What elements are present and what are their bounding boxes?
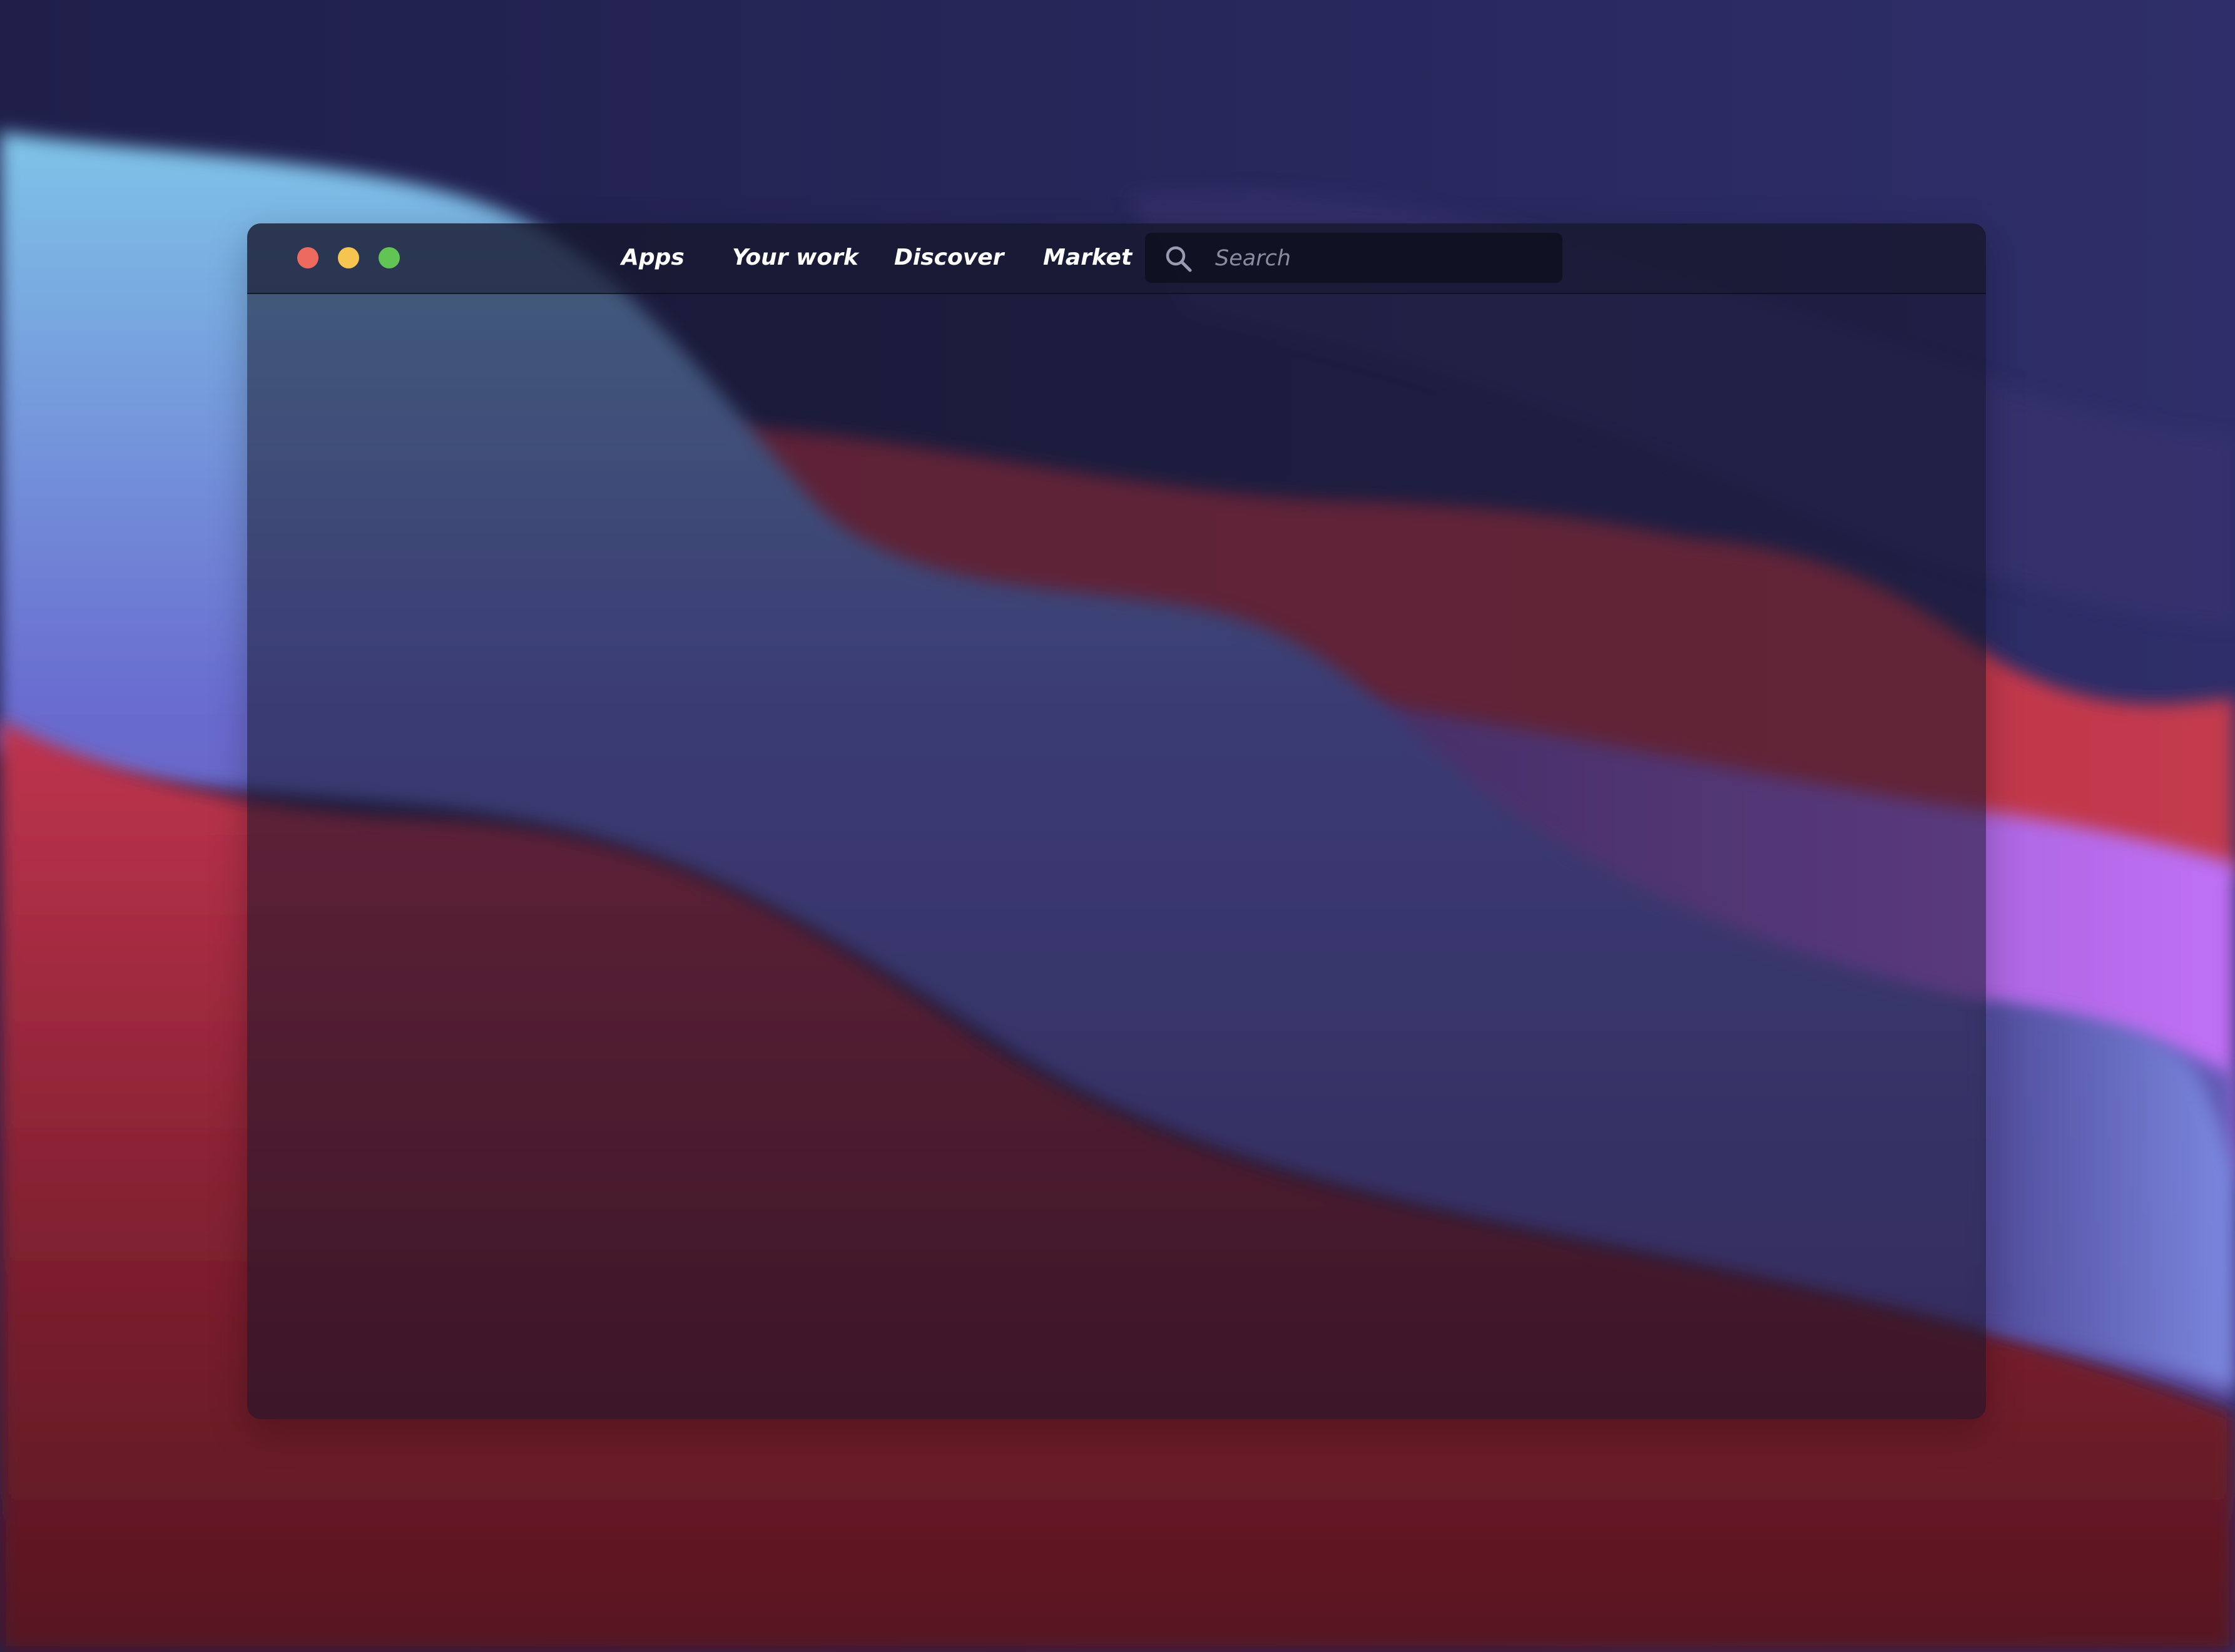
search-box[interactable] [1145,233,1562,283]
nav-item-market[interactable]: Market [1043,242,1132,273]
nav-item-apps[interactable]: Apps [621,242,685,273]
window-content-area [247,294,1986,1419]
nav-item-your-work[interactable]: Your work [732,242,858,273]
maximize-window-button[interactable] [379,247,400,268]
search-input[interactable] [1214,240,1542,277]
close-window-button[interactable] [297,247,318,268]
minimize-window-button[interactable] [338,247,359,268]
title-bar: Apps Your work Discover Market [247,223,1986,294]
nav-item-discover[interactable]: Discover [894,242,1004,273]
search-icon [1166,246,1192,272]
app-window: Apps Your work Discover Market [247,223,1986,1419]
